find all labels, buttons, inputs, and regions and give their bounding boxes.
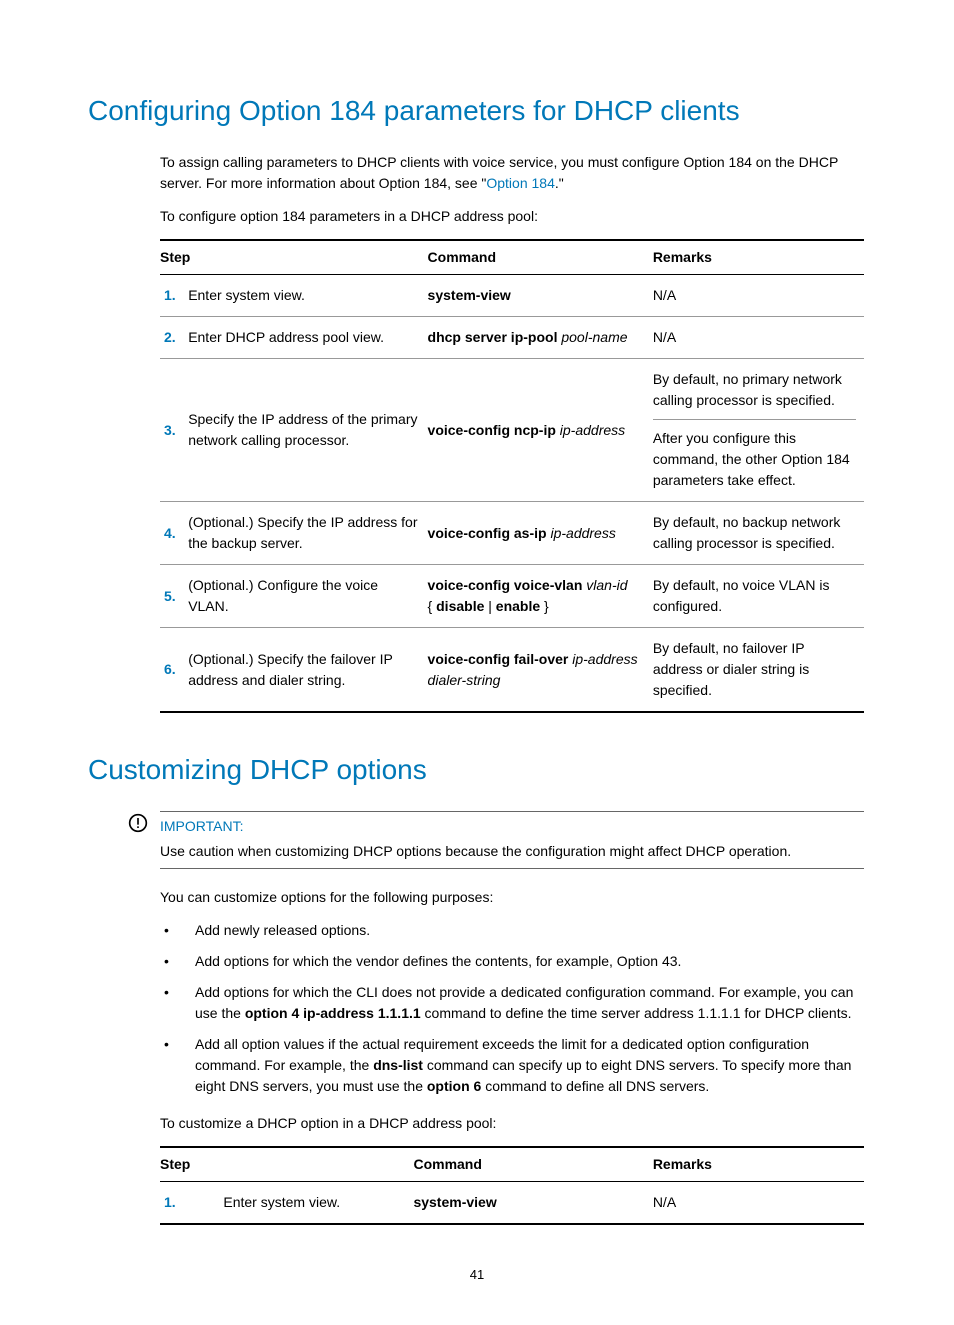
intro-paragraph: To assign calling parameters to DHCP cli… xyxy=(160,152,864,194)
remarks: By default, no voice VLAN is configured. xyxy=(653,565,864,628)
remarks: By default, no backup network calling pr… xyxy=(653,502,864,565)
command: voice-config as-ip ip-address xyxy=(428,502,653,565)
purposes-intro: You can customize options for the follow… xyxy=(160,887,864,908)
link-option-184[interactable]: Option 184 xyxy=(486,175,555,191)
heading-customizing: Customizing DHCP options xyxy=(88,749,864,791)
lead-in-text-2: To customize a DHCP option in a DHCP add… xyxy=(160,1113,864,1134)
table-row: 2. Enter DHCP address pool view. dhcp se… xyxy=(160,317,864,359)
bold-text: dns-list xyxy=(373,1057,423,1073)
table-row: 1. Enter system view. system-view N/A xyxy=(160,275,864,317)
cmd-bold: system-view xyxy=(428,287,511,303)
lead-in-text: To configure option 184 parameters in a … xyxy=(160,206,864,227)
cmd-italic: pool-name xyxy=(561,329,627,345)
step-desc: (Optional.) Specify the failover IP addr… xyxy=(188,628,427,713)
cmd-italic: vlan-id xyxy=(586,577,627,593)
cmd-bold: voice-config voice-vlan xyxy=(428,577,587,593)
command: voice-config ncp-ip ip-address xyxy=(428,359,653,502)
table-row: 1. Enter system view. system-view N/A xyxy=(160,1182,864,1225)
command: dhcp server ip-pool pool-name xyxy=(428,317,653,359)
remarks-part1: By default, no primary network calling p… xyxy=(653,369,856,411)
important-callout: IMPORTANT: Use caution when customizing … xyxy=(128,811,864,869)
step-number: 5. xyxy=(160,565,188,628)
step-desc: Enter system view. xyxy=(223,1182,413,1225)
remarks: By default, no primary network calling p… xyxy=(653,359,864,502)
bold-text: option 4 ip-address 1.1.1.1 xyxy=(245,1005,421,1021)
step-number: 1. xyxy=(160,275,188,317)
cmd-italic: ip-address xyxy=(550,525,615,541)
remarks: N/A xyxy=(653,1182,864,1225)
purposes-list: Add newly released options. Add options … xyxy=(160,920,864,1097)
list-item: Add options for which the CLI does not p… xyxy=(160,982,864,1024)
cmd-bold: voice-config ncp-ip xyxy=(428,422,560,438)
list-item: Add options for which the vendor defines… xyxy=(160,951,864,972)
cmd-bold: voice-config as-ip xyxy=(428,525,551,541)
col-remarks: Remarks xyxy=(653,240,864,275)
table-row: 4. (Optional.) Specify the IP address fo… xyxy=(160,502,864,565)
col-step: Step xyxy=(160,240,428,275)
text: command to define all DNS servers. xyxy=(481,1078,709,1094)
table-customize-steps: Step Command Remarks 1. Enter system vie… xyxy=(160,1146,864,1225)
table-row: 6. (Optional.) Specify the failover IP a… xyxy=(160,628,864,713)
col-remarks: Remarks xyxy=(653,1147,864,1182)
table-row: 5. (Optional.) Configure the voice VLAN.… xyxy=(160,565,864,628)
bold-text: option 6 xyxy=(427,1078,481,1094)
col-command: Command xyxy=(413,1147,652,1182)
col-command: Command xyxy=(428,240,653,275)
text: command to define the time server addres… xyxy=(421,1005,852,1021)
step-number: 6. xyxy=(160,628,188,713)
step-desc: (Optional.) Specify the IP address for t… xyxy=(188,502,427,565)
col-step: Step xyxy=(160,1147,413,1182)
list-item: Add all option values if the actual requ… xyxy=(160,1034,864,1097)
step-desc: Specify the IP address of the primary ne… xyxy=(188,359,427,502)
text: ." xyxy=(555,175,564,191)
warning-icon xyxy=(128,813,150,839)
command: voice-config fail-over ip-address dialer… xyxy=(428,628,653,713)
command: system-view xyxy=(413,1182,652,1225)
step-desc: Enter system view. xyxy=(188,275,427,317)
step-desc: Enter DHCP address pool view. xyxy=(188,317,427,359)
cmd-bold: dhcp server ip-pool xyxy=(428,329,562,345)
remarks: N/A xyxy=(653,275,864,317)
cmd-bold: system-view xyxy=(413,1194,496,1210)
remarks: N/A xyxy=(653,317,864,359)
table-row: 3. Specify the IP address of the primary… xyxy=(160,359,864,502)
cmd-bold: voice-config fail-over xyxy=(428,651,573,667)
table-option-184-steps: Step Command Remarks 1. Enter system vie… xyxy=(160,239,864,713)
step-number: 4. xyxy=(160,502,188,565)
cmd-italic: ip-address xyxy=(560,422,625,438)
step-number: 1. xyxy=(160,1182,223,1225)
step-number: 2. xyxy=(160,317,188,359)
remarks: By default, no failover IP address or di… xyxy=(653,628,864,713)
important-label: IMPORTANT: xyxy=(160,816,864,837)
step-number: 3. xyxy=(160,359,188,502)
heading-configure-184: Configuring Option 184 parameters for DH… xyxy=(88,90,864,132)
command: system-view xyxy=(428,275,653,317)
cmd-bold: disable xyxy=(436,598,484,614)
cmd-bold: enable xyxy=(496,598,540,614)
step-desc: (Optional.) Configure the voice VLAN. xyxy=(188,565,427,628)
remarks-part2: After you configure this command, the ot… xyxy=(653,419,856,491)
command: voice-config voice-vlan vlan-id{ disable… xyxy=(428,565,653,628)
important-text: Use caution when customizing DHCP option… xyxy=(160,841,864,862)
page-number: 41 xyxy=(90,1265,864,1285)
list-item: Add newly released options. xyxy=(160,920,864,941)
